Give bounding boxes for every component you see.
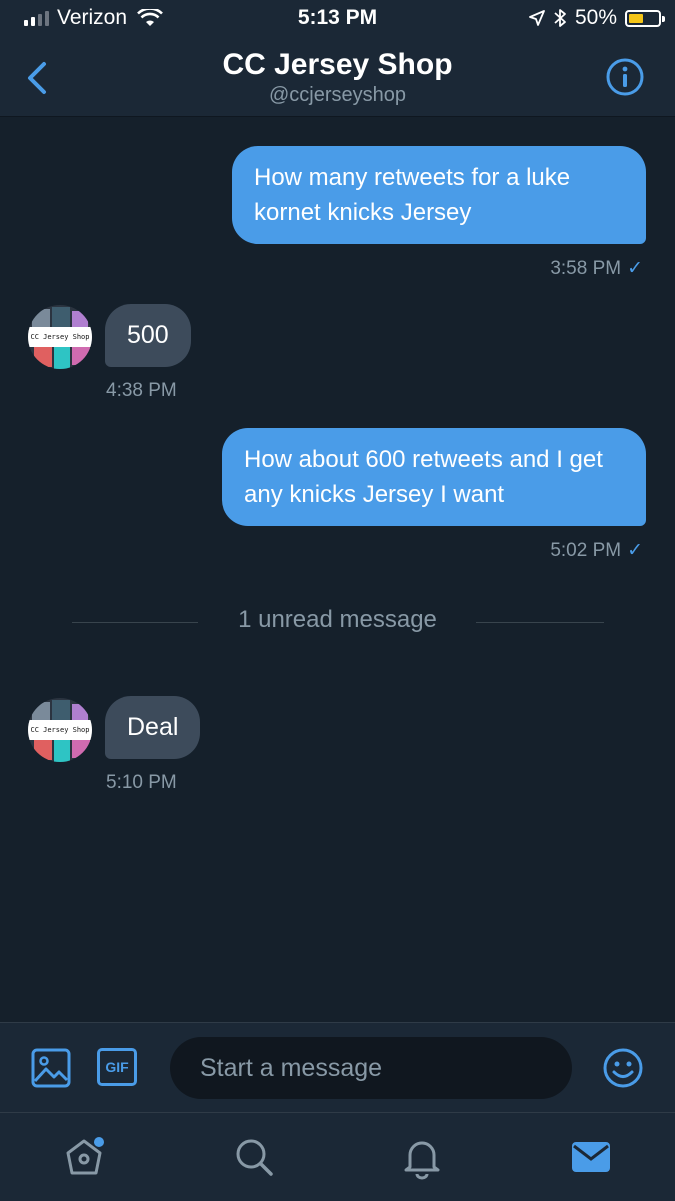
sent-message-bubble[interactable]: How many retweets for a luke kornet knic…	[232, 146, 646, 244]
message-text: How about 600 retweets and I get any kni…	[244, 446, 603, 508]
battery-icon	[625, 9, 665, 27]
unread-divider: 1 unread message	[0, 606, 675, 636]
avatar-logo-text: CC Jersey Shop	[28, 720, 92, 740]
received-message-bubble[interactable]: Deal	[105, 696, 201, 759]
message-timestamp: 3:58 PM ✓	[550, 258, 643, 279]
sent-message-bubble[interactable]: How about 600 retweets and I get any kni…	[222, 428, 646, 526]
messages-envelope-icon[interactable]	[567, 1133, 615, 1181]
read-check-icon: ✓	[627, 540, 643, 561]
message-text: Deal	[127, 713, 179, 741]
search-icon[interactable]	[230, 1133, 278, 1181]
message-timestamp: 4:38 PM	[106, 380, 177, 401]
status-bar: Verizon 5:13 PM 50%	[0, 0, 675, 38]
avatar-logo-text: CC Jersey Shop	[28, 327, 92, 347]
status-right: 50%	[529, 6, 665, 30]
notifications-bell-icon[interactable]	[398, 1133, 446, 1181]
bluetooth-icon	[554, 9, 566, 27]
info-icon[interactable]	[605, 57, 645, 97]
home-icon[interactable]	[60, 1133, 108, 1181]
conversation-title: CC Jersey Shop	[222, 48, 453, 81]
conversation-header: CC Jersey Shop @ccjerseyshop	[0, 38, 675, 117]
conversation-handle: @ccjerseyshop	[268, 84, 407, 106]
message-text: How many retweets for a luke kornet knic…	[254, 164, 571, 226]
message-composer: GIF	[0, 1022, 675, 1113]
received-message-bubble[interactable]: 500	[105, 304, 191, 367]
location-arrow-icon	[529, 10, 545, 26]
read-check-icon: ✓	[627, 258, 643, 279]
message-input[interactable]	[170, 1037, 572, 1099]
message-timestamp: 5:10 PM	[106, 772, 177, 793]
image-icon[interactable]	[31, 1048, 71, 1088]
battery-percent: 50%	[574, 6, 617, 29]
unread-divider-label: 1 unread message	[238, 606, 437, 633]
message-timestamp: 5:02 PM ✓	[550, 540, 643, 561]
emoji-icon[interactable]	[602, 1047, 644, 1089]
gif-label: GIF	[105, 1059, 129, 1075]
tab-bar	[0, 1112, 675, 1201]
message-text: 500	[127, 321, 169, 349]
avatar[interactable]: CC Jersey Shop	[28, 305, 92, 369]
avatar[interactable]: CC Jersey Shop	[28, 698, 92, 762]
gif-button[interactable]: GIF	[97, 1048, 137, 1086]
